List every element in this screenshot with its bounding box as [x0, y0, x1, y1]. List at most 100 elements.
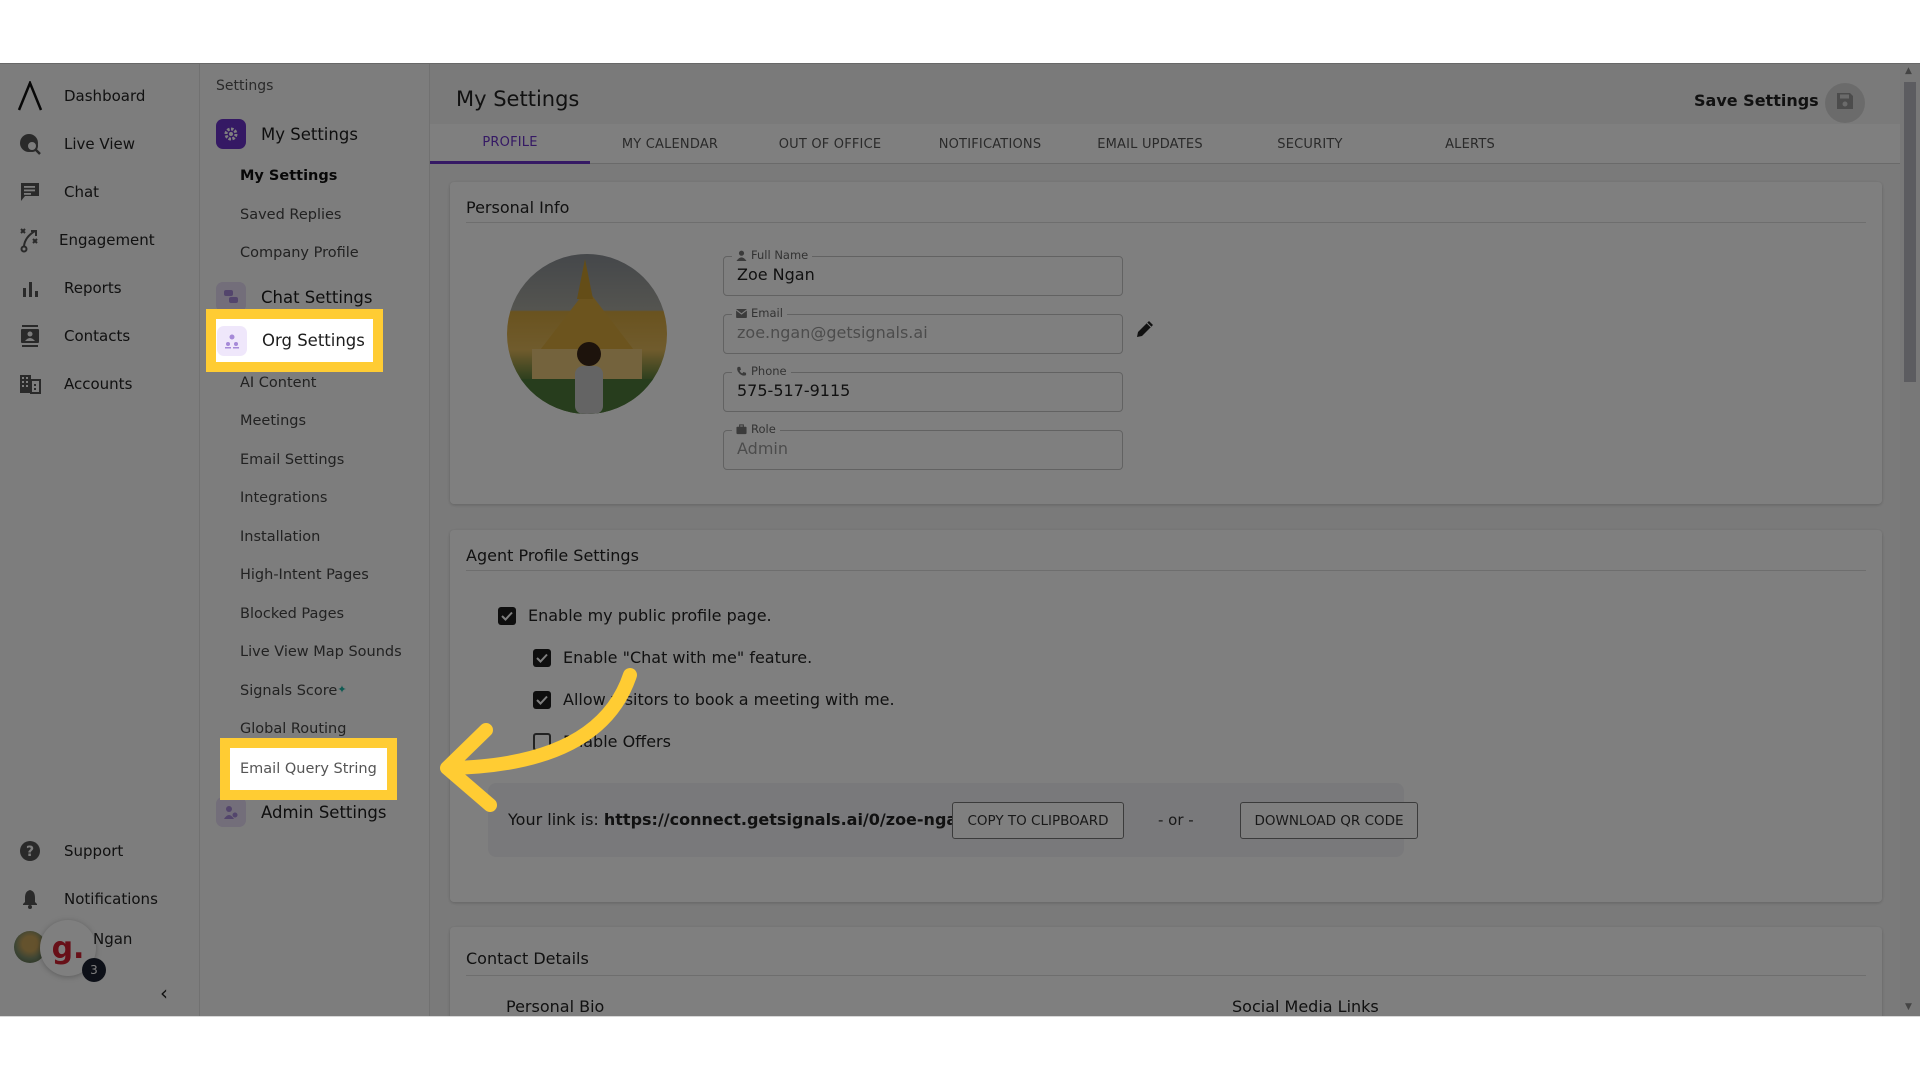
- scroll-up-arrow[interactable]: ▲: [1905, 66, 1912, 76]
- checkbox-checked-icon[interactable]: [498, 606, 516, 625]
- enable-public-profile-checkbox[interactable]: Enable my public profile page.: [498, 606, 772, 625]
- nav-item-notifications[interactable]: Notifications: [0, 879, 200, 919]
- divider: [466, 222, 1866, 223]
- collapse-sidebar-button[interactable]: ‹: [160, 981, 168, 1005]
- field-label: Email: [732, 306, 787, 320]
- vertical-scrollbar[interactable]: ▲ ▼: [1900, 64, 1920, 1016]
- unread-count-badge: 3: [82, 958, 106, 982]
- sidebar-item-email-settings[interactable]: Email Settings: [240, 452, 344, 468]
- tab-my-calendar[interactable]: MY CALENDAR: [590, 124, 750, 164]
- nav-item-dashboard[interactable]: Dashboard: [0, 76, 200, 116]
- building-icon: [15, 374, 45, 394]
- role-field: Role: [723, 422, 1123, 470]
- or-separator: - or -: [1158, 811, 1194, 829]
- org-settings-label: Org Settings: [262, 331, 365, 350]
- nav-item-accounts[interactable]: Accounts: [0, 364, 200, 404]
- download-qr-code-button[interactable]: DOWNLOAD QR CODE: [1240, 802, 1418, 839]
- sparkle-icon: ✦: [337, 683, 347, 696]
- bell-icon: [15, 889, 45, 909]
- field-label-text: Email: [751, 306, 783, 320]
- save-settings-button[interactable]: [1825, 83, 1865, 123]
- chevron-left-icon: ‹: [160, 981, 168, 1005]
- gear-icon: [216, 119, 246, 149]
- checkbox-checked-icon[interactable]: [533, 690, 551, 709]
- bar-chart-icon: [15, 279, 45, 297]
- group-label: Admin Settings: [261, 802, 387, 822]
- tab-security[interactable]: SECURITY: [1230, 124, 1390, 164]
- sidebar-item-high-intent-pages[interactable]: High-Intent Pages: [240, 567, 369, 583]
- settings-sidebar: Settings My Settings My Settings Saved R…: [200, 64, 430, 1016]
- tab-notifications[interactable]: NOTIFICATIONS: [910, 124, 1070, 164]
- public-link-url[interactable]: https://connect.getsignals.ai/0/zoe-ngan: [604, 810, 969, 829]
- section-title: Agent Profile Settings: [466, 546, 639, 565]
- sidebar-item-meetings[interactable]: Meetings: [240, 413, 306, 429]
- nav-item-contacts[interactable]: Contacts: [0, 316, 200, 356]
- nav-item-live-view[interactable]: Live View: [0, 124, 200, 164]
- phone-icon: [737, 366, 747, 376]
- settings-tabs: PROFILE MY CALENDAR OUT OF OFFICE NOTIFI…: [430, 124, 1900, 164]
- phone-input[interactable]: [737, 381, 1107, 400]
- nav-item-engagement[interactable]: Engagement: [0, 220, 200, 260]
- scrollbar-thumb[interactable]: [1904, 82, 1916, 382]
- email-field[interactable]: Email: [723, 306, 1123, 354]
- sidebar-item-company-profile[interactable]: Company Profile: [240, 245, 359, 261]
- section-title: Personal Info: [466, 198, 570, 217]
- checkbox-unchecked-icon[interactable]: [533, 732, 551, 751]
- sidebar-item-my-settings[interactable]: My Settings: [240, 168, 337, 184]
- field-label-text: Role: [751, 422, 776, 436]
- nav-label: Notifications: [64, 890, 158, 908]
- settings-sidebar-title: Settings: [216, 78, 274, 94]
- phone-field[interactable]: Phone: [723, 364, 1123, 412]
- link-prefix: Your link is:: [508, 810, 604, 829]
- highlight-email-query-string[interactable]: Email Query String: [220, 738, 397, 800]
- sidebar-item-ai-content[interactable]: AI Content: [240, 375, 316, 391]
- nav-item-reports[interactable]: Reports: [0, 268, 200, 308]
- sidebar-item-global-routing[interactable]: Global Routing: [240, 721, 346, 737]
- group-label: My Settings: [261, 124, 358, 144]
- org-icon: [217, 325, 247, 356]
- scroll-down-arrow[interactable]: ▼: [1905, 1002, 1912, 1012]
- group-my-settings[interactable]: My Settings: [216, 119, 358, 149]
- checkbox-checked-icon[interactable]: [533, 648, 551, 667]
- nav-label: Engagement: [59, 231, 155, 249]
- nav-label: Accounts: [64, 375, 133, 393]
- pencil-icon: [1135, 321, 1155, 343]
- email-query-string-label: Email Query String: [240, 761, 377, 777]
- sidebar-item-signals-score[interactable]: Signals Score✦: [240, 683, 347, 699]
- sidebar-item-installation[interactable]: Installation: [240, 529, 320, 545]
- divider: [466, 570, 1866, 571]
- group-admin-settings[interactable]: Admin Settings: [216, 797, 387, 827]
- floppy-disk-icon: [1836, 92, 1854, 114]
- sidebar-item-integrations[interactable]: Integrations: [240, 490, 327, 506]
- field-label-text: Phone: [751, 364, 787, 378]
- nav-label: Reports: [64, 279, 122, 297]
- social-media-links-heading: Social Media Links: [1232, 997, 1379, 1016]
- enable-chat-with-me-checkbox[interactable]: Enable "Chat with me" feature.: [533, 648, 812, 667]
- contact-details-card: Contact Details Personal Bio Social Medi…: [450, 927, 1882, 1016]
- section-title: Contact Details: [466, 949, 589, 968]
- nav-item-chat[interactable]: Chat: [0, 172, 200, 212]
- copy-to-clipboard-button[interactable]: COPY TO CLIPBOARD: [952, 802, 1124, 839]
- tab-out-of-office[interactable]: OUT OF OFFICE: [750, 124, 910, 164]
- tab-profile[interactable]: PROFILE: [430, 124, 590, 164]
- tab-email-updates[interactable]: EMAIL UPDATES: [1070, 124, 1230, 164]
- allow-booking-checkbox[interactable]: Allow visitors to book a meeting with me…: [533, 690, 895, 709]
- page-title: My Settings: [456, 87, 580, 111]
- help-icon: ?: [15, 841, 45, 861]
- highlight-org-settings[interactable]: Org Settings: [206, 309, 383, 372]
- globe-search-icon: [15, 132, 45, 156]
- edit-email-button[interactable]: [1135, 319, 1155, 343]
- full-name-field[interactable]: Full Name: [723, 248, 1123, 296]
- group-chat-settings[interactable]: Chat Settings: [216, 282, 372, 312]
- mail-icon: [736, 308, 747, 318]
- sidebar-item-saved-replies[interactable]: Saved Replies: [240, 207, 342, 223]
- enable-offers-checkbox[interactable]: Enable Offers: [533, 732, 671, 751]
- sidebar-item-blocked-pages[interactable]: Blocked Pages: [240, 606, 344, 622]
- save-settings-label: Save Settings: [1694, 91, 1819, 110]
- full-name-input[interactable]: [737, 265, 1107, 284]
- nav-item-support[interactable]: ? Support: [0, 831, 200, 871]
- profile-photo[interactable]: [507, 254, 667, 414]
- tab-alerts[interactable]: ALERTS: [1390, 124, 1550, 164]
- public-link-bar: Your link is: https://connect.getsignals…: [488, 783, 1418, 857]
- sidebar-item-live-view-map-sounds[interactable]: Live View Map Sounds: [240, 644, 402, 660]
